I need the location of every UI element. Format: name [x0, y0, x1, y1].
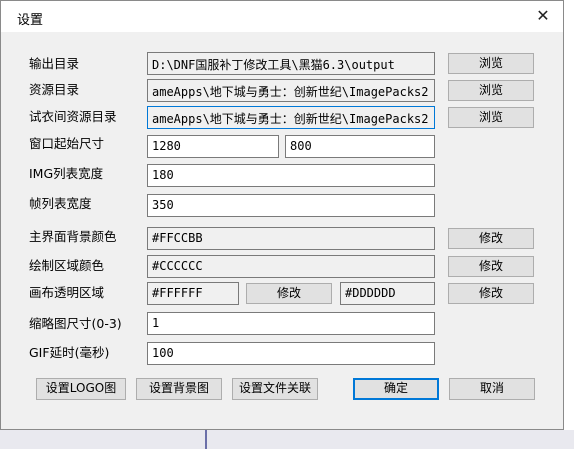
edit-canvas-color2-button[interactable]: 修改 [448, 283, 534, 304]
draw-area-color-label: 绘制区域颜色 [29, 258, 105, 273]
img-list-width-input[interactable]: 180 [147, 164, 435, 187]
edit-draw-area-color-button[interactable]: 修改 [448, 256, 534, 277]
canvas-transparent-color1-field: #FFFFFF [147, 282, 239, 305]
resource-dir-label: 资源目录 [29, 82, 80, 97]
img-list-width-label: IMG列表宽度 [29, 166, 104, 181]
canvas-transparent-color2-field: #DDDDDD [340, 282, 435, 305]
output-dir-field[interactable]: D:\DNF国服补丁修改工具\黑猫6.3\output [147, 52, 435, 75]
canvas-transparent-label: 画布透明区域 [29, 285, 105, 300]
window-width-input[interactable]: 1280 [147, 135, 279, 158]
background-window-strip [0, 430, 574, 449]
set-file-association-button[interactable]: 设置文件关联 [232, 378, 318, 400]
output-dir-label: 输出目录 [29, 56, 80, 71]
draw-area-color-field: #CCCCCC [147, 255, 435, 278]
main-bg-color-label: 主界面背景颜色 [29, 229, 117, 244]
settings-dialog: 设置 ✕ 输出目录 D:\DNF国服补丁修改工具\黑猫6.3\output 浏览… [0, 0, 564, 430]
browse-resource-button[interactable]: 浏览 [448, 80, 534, 101]
ok-button[interactable]: 确定 [353, 378, 439, 400]
main-bg-color-field: #FFCCBB [147, 227, 435, 250]
set-background-button[interactable]: 设置背景图 [136, 378, 222, 400]
cancel-button[interactable]: 取消 [449, 378, 535, 400]
frame-list-width-input[interactable]: 350 [147, 194, 435, 217]
window-size-label: 窗口起始尺寸 [29, 136, 105, 151]
edit-main-bg-color-button[interactable]: 修改 [448, 228, 534, 249]
fitting-dir-label: 试衣间资源目录 [29, 109, 117, 124]
background-divider [205, 430, 207, 449]
gif-delay-input[interactable]: 100 [147, 342, 435, 365]
set-logo-button[interactable]: 设置LOGO图 [36, 378, 126, 400]
browse-output-button[interactable]: 浏览 [448, 53, 534, 74]
thumb-size-input[interactable]: 1 [147, 312, 435, 335]
resource-dir-field[interactable]: ameApps\地下城与勇士：创新世纪\ImagePacks2 [147, 79, 435, 102]
window-title: 设置 [17, 13, 44, 28]
browse-fitting-button[interactable]: 浏览 [448, 107, 534, 128]
thumb-size-label: 缩略图尺寸(0-3) [29, 316, 122, 331]
close-icon[interactable]: ✕ [531, 5, 555, 27]
fitting-dir-field[interactable]: ameApps\地下城与勇士：创新世纪\ImagePacks2 [147, 106, 435, 129]
edit-canvas-color1-button[interactable]: 修改 [246, 283, 332, 304]
frame-list-width-label: 帧列表宽度 [29, 196, 92, 211]
window-height-input[interactable]: 800 [285, 135, 435, 158]
gif-delay-label: GIF延时(毫秒) [29, 345, 110, 360]
title-bar: 设置 ✕ [1, 1, 563, 32]
